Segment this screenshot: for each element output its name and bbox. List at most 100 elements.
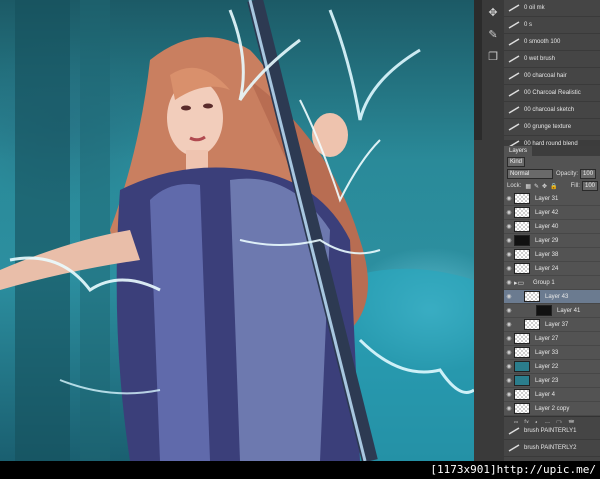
layer-row[interactable]: ◉ Layer 22 [504, 360, 600, 374]
layers-tab-bar: Layers [504, 146, 600, 156]
brush-stroke-icon [508, 89, 520, 97]
brush-stroke-icon [508, 21, 520, 29]
brush-stroke-icon [508, 444, 520, 452]
opacity-field[interactable]: 100 [580, 169, 597, 179]
brush-preset-label: 00 charcoal sketch [524, 107, 575, 113]
brush-stroke-icon [508, 4, 520, 12]
lock-icons[interactable]: ▦✎✥🔒 [525, 183, 560, 190]
visibility-eye-icon[interactable]: ◉ [504, 405, 514, 412]
layer-row[interactable]: ◉ Layer 38 [504, 248, 600, 262]
layer-row[interactable]: ◉ Layer 42 [504, 206, 600, 220]
brush-preset-label: brush PAINTERLY2 [524, 445, 577, 451]
layer-name: Layer 22 [535, 363, 559, 370]
move-icon[interactable]: ✥ [486, 6, 500, 20]
layer-name: Layer 23 [535, 377, 559, 384]
brush-preset-label: 00 grunge texture [524, 124, 572, 130]
brush-preset-label: 0 oil mk [524, 5, 545, 11]
visibility-eye-icon[interactable]: ◉ [504, 377, 514, 384]
panel-icon-column: ✥ ✎ ❐ [482, 0, 505, 140]
brush-preset-label: 0 smooth 100 [524, 39, 561, 45]
visibility-eye-icon[interactable]: ◉ [504, 223, 514, 230]
layer-thumbnail [514, 389, 530, 400]
layer-name: Layer 2 copy [535, 405, 570, 412]
layer-row[interactable]: ◉ Layer 2 copy [504, 402, 600, 416]
visibility-eye-icon[interactable]: ◉ [504, 391, 514, 398]
layer-row[interactable]: ◉ Layer 24 [504, 262, 600, 276]
brush-preset-label: 0 wet brush [524, 56, 556, 62]
layer-name: Layer 27 [535, 335, 559, 342]
visibility-eye-icon[interactable]: ◉ [504, 195, 514, 202]
layer-name: Layer 33 [535, 349, 559, 356]
layers-icon[interactable]: ❐ [486, 50, 500, 64]
brush-preset-item[interactable]: brush PAINTERLY1 [504, 423, 600, 440]
brush-preset-item[interactable]: 0 wet brush [504, 51, 600, 68]
layer-list: ◉ Layer 31 ◉ Layer 42 ◉ Layer 40 ◉ Layer 29 ◉ Lay… [504, 192, 600, 416]
layer-filter-row: Kind [504, 156, 600, 168]
visibility-eye-icon[interactable]: ◉ [504, 293, 514, 300]
filter-kind-dropdown[interactable]: Kind [507, 157, 526, 167]
brush-preset-label: 0 s [524, 22, 533, 28]
brush-stroke-icon [508, 55, 520, 63]
layer-name: Layer 43 [545, 293, 569, 300]
lock-label: Lock: [507, 183, 522, 189]
visibility-eye-icon[interactable]: ◉ [504, 265, 514, 272]
layer-row[interactable]: ◉ Layer 40 [504, 220, 600, 234]
opacity-label: Opacity: [556, 171, 579, 177]
blend-row: Normal Opacity: 100 [504, 168, 600, 180]
brush-preset-label: 00 Charcoal Realistic [524, 90, 581, 96]
layer-name: Layer 31 [535, 195, 559, 202]
document-canvas[interactable] [0, 0, 474, 461]
visibility-eye-icon[interactable]: ◉ [504, 251, 514, 258]
brush-preset-label: 00 charcoal hair [524, 73, 567, 79]
brush-preset-item[interactable]: brush PAINTERLY2 [504, 440, 600, 457]
layer-thumbnail [514, 207, 530, 218]
visibility-eye-icon[interactable]: ◉ [504, 349, 514, 356]
layer-row[interactable]: ◉ Layer 23 [504, 374, 600, 388]
layers-panel: Layers Kind Normal Opacity: 100 Lock: ▦✎… [504, 146, 600, 429]
brush-preset-item[interactable]: 00 charcoal hair [504, 68, 600, 85]
layer-row[interactable]: ◉ Layer 37 [504, 318, 600, 332]
layer-thumbnail [524, 319, 540, 330]
layer-row[interactable]: ◉ Layer 41 [504, 304, 600, 318]
visibility-eye-icon[interactable]: ◉ [504, 209, 514, 216]
layer-row[interactable]: ◉ Layer 27 [504, 332, 600, 346]
visibility-eye-icon[interactable]: ◉ [504, 279, 514, 286]
visibility-eye-icon[interactable]: ◉ [504, 335, 514, 342]
layer-row[interactable]: ◉ Layer 31 [504, 192, 600, 206]
layer-name: Layer 40 [535, 223, 559, 230]
layer-row[interactable]: ◉ Layer 29 [504, 234, 600, 248]
lock-row: Lock: ▦✎✥🔒 Fill: 100 [504, 180, 600, 192]
brush-preset-item[interactable]: 0 smooth 100 [504, 34, 600, 51]
visibility-eye-icon[interactable]: ◉ [504, 307, 514, 314]
layer-thumbnail [514, 333, 530, 344]
brush-stroke-icon [508, 38, 520, 46]
layer-thumbnail [514, 263, 530, 274]
brush-preset-item[interactable]: 00 charcoal sketch [504, 102, 600, 119]
bottom-presets-panel: brush PAINTERLY1 brush PAINTERLY2 brush PA… [504, 423, 600, 461]
fill-field[interactable]: 100 [581, 181, 598, 191]
layers-tab[interactable]: Layers [504, 146, 533, 156]
layer-thumbnail [514, 375, 530, 386]
layer-row[interactable]: ◉ Layer 33 [504, 346, 600, 360]
layer-row[interactable]: ◉ Layer 4 [504, 388, 600, 402]
visibility-eye-icon[interactable]: ◉ [504, 321, 514, 328]
blend-mode-dropdown[interactable]: Normal [507, 169, 553, 179]
brush-preset-item[interactable]: 0 oil mk [504, 0, 600, 17]
brush-preset-item[interactable]: 00 Charcoal Realistic [504, 85, 600, 102]
fill-label: Fill: [570, 183, 580, 189]
brush-preset-item[interactable]: 00 grunge texture [504, 119, 600, 136]
layer-row[interactable]: ◉ ▸▭ Group 1 [504, 276, 600, 290]
brush-preset-item[interactable]: 0 s [504, 17, 600, 34]
layer-thumbnail [524, 291, 540, 302]
brush-icon[interactable]: ✎ [486, 28, 500, 42]
brush-preset-label: brush PAINTERLY1 [524, 428, 577, 434]
visibility-eye-icon[interactable]: ◉ [504, 363, 514, 370]
layer-name: Layer 37 [545, 321, 569, 328]
layer-row[interactable]: ◉ Layer 43 [504, 290, 600, 304]
visibility-eye-icon[interactable]: ◉ [504, 237, 514, 244]
brush-preset-item[interactable]: brush PAINTERLY3 [504, 457, 600, 461]
layer-thumbnail [514, 361, 530, 372]
photoshop-window: ✥ ✎ ❐ 0 oil mk 0 s 0 smooth 100 0 wet brush… [0, 0, 600, 461]
layer-thumbnail [514, 193, 530, 204]
brush-stroke-icon [508, 72, 520, 80]
